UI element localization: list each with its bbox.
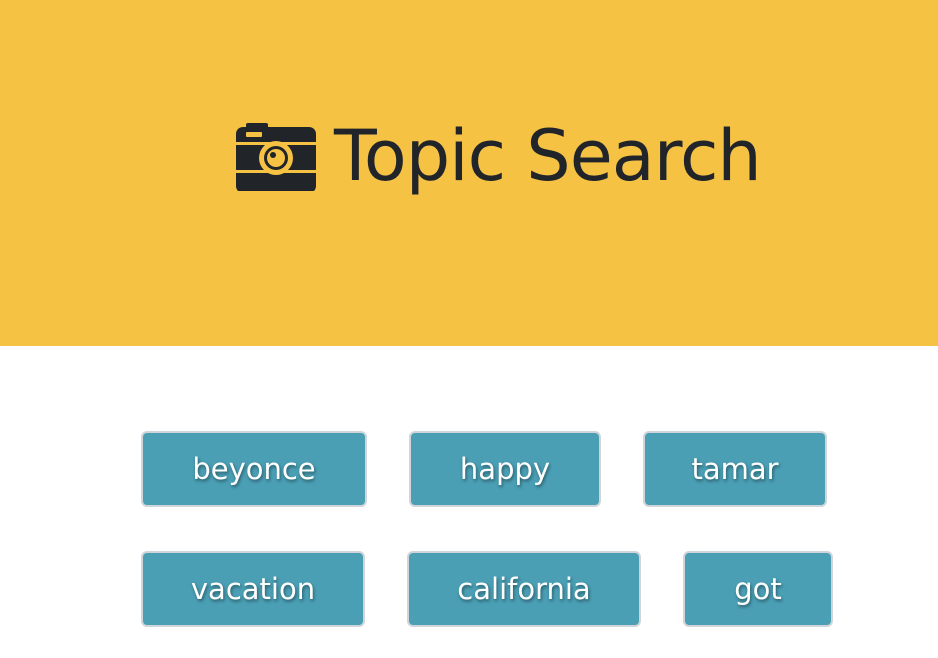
topic-button-vacation[interactable]: vacation <box>141 551 365 627</box>
hero-banner: Topic Search <box>0 0 938 346</box>
topic-button-beyonce[interactable]: beyonce <box>141 431 367 507</box>
topic-button-happy[interactable]: happy <box>409 431 601 507</box>
page-title: Topic Search <box>236 115 762 197</box>
camera-icon <box>236 121 316 193</box>
topic-button-tamar[interactable]: tamar <box>643 431 827 507</box>
topic-button-got[interactable]: got <box>683 551 833 627</box>
page-title-text: Topic Search <box>334 115 762 197</box>
topic-button-california[interactable]: california <box>407 551 641 627</box>
